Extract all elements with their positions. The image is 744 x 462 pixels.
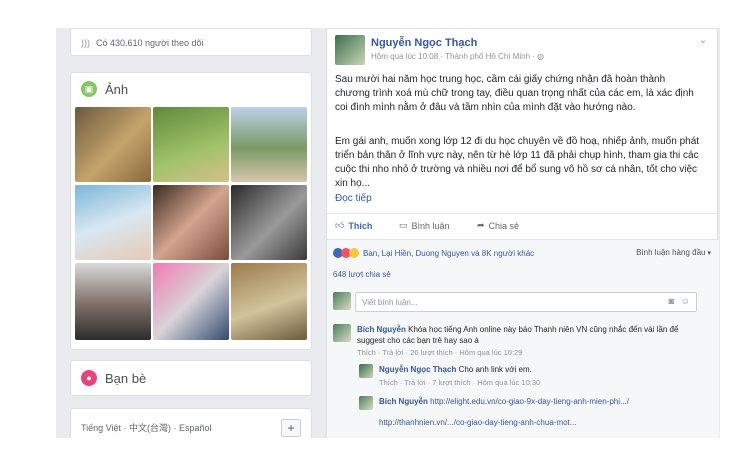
reply-avatar[interactable] xyxy=(359,396,373,410)
post-paragraph-1: Sau mười hai năm học trung học, cầm cái … xyxy=(335,74,694,113)
reply-link[interactable]: http://elight.edu.vn/co-giao-9x-day-tien… xyxy=(430,397,629,406)
share-icon: ➦ xyxy=(477,220,485,230)
post-meta: Hôm qua lúc 10:08 · Thành phố Hồ Chí Min… xyxy=(371,52,535,61)
followers-text: Có 430.610 người theo dõi xyxy=(96,38,204,48)
like-button[interactable]: 👍︎ Thích xyxy=(335,220,372,231)
photos-card: ▣ Ảnh xyxy=(70,72,312,350)
comment-author[interactable]: Bích Nguyễn xyxy=(357,325,406,334)
photo-8[interactable] xyxy=(153,263,229,340)
photo-5[interactable] xyxy=(153,185,229,260)
post-author[interactable]: Nguyễn Ngọc Thạch xyxy=(371,37,477,49)
friends-icon: ● xyxy=(81,370,97,386)
post-options-icon[interactable]: ⌄ xyxy=(699,35,707,46)
author-avatar[interactable] xyxy=(335,35,365,65)
comment-button[interactable]: ▭ Bình luận xyxy=(399,220,450,231)
commenter-avatar[interactable] xyxy=(333,324,351,342)
comment-sort-dropdown[interactable]: Bình luận hàng đầu ▾ xyxy=(636,248,711,257)
haha-reaction-icon xyxy=(349,248,359,258)
photo-3[interactable] xyxy=(231,107,307,182)
friends-header[interactable]: ● Bạn bè xyxy=(81,370,146,386)
sort-label: Bình luận hàng đầu xyxy=(636,248,706,257)
share-button[interactable]: ➦ Chia sẻ xyxy=(477,220,519,231)
languages-list[interactable]: Tiếng Việt · 中文(台灣) · Español xyxy=(81,421,212,434)
reply-avatar[interactable] xyxy=(359,364,373,378)
reply-text: Cho anh link với em. xyxy=(458,365,532,374)
photo-1[interactable] xyxy=(75,107,151,182)
emoji-icon[interactable]: ☺ xyxy=(681,296,690,306)
like-label: Thích xyxy=(348,220,373,231)
comment-icon: ▭ xyxy=(399,220,408,230)
reactions-summary[interactable]: Ban, Lại Hiền, Duong Nguyen và 8K người … xyxy=(363,249,534,258)
friends-card: ● Bạn bè xyxy=(70,360,312,396)
comment-placeholder: Viết bình luận... xyxy=(362,298,418,307)
reply-link-2[interactable]: http://thanhnien.vn/.../co-giao-day-tien… xyxy=(379,418,576,427)
comment-meta[interactable]: Thích · Trả lời · 26 lượt thích · Hôm qu… xyxy=(357,348,522,357)
rss-icon: ))) xyxy=(81,38,90,48)
post-paragraph-2: Em gái anh, muốn xong lớp 12 đi du học c… xyxy=(335,136,700,189)
friends-title: Bạn bè xyxy=(105,370,147,386)
post-card: Nguyễn Ngọc Thạch Hôm qua lúc 10:08 · Th… xyxy=(326,28,719,438)
share-label: Chia sẻ xyxy=(488,220,520,231)
reply-author[interactable]: Bích Nguyễn xyxy=(379,397,428,406)
camera-icon[interactable]: ◙ xyxy=(669,296,674,306)
share-count[interactable]: 648 lượt chia sẻ xyxy=(333,270,391,279)
feedback-area: Ban, Lại Hiền, Duong Nguyen và 8K người … xyxy=(327,239,719,438)
photos-title: Ảnh xyxy=(105,81,129,97)
photo-7[interactable] xyxy=(75,263,151,340)
caret-down-icon: ▾ xyxy=(707,249,711,257)
photo-4[interactable] xyxy=(75,185,151,260)
comment-text: Khóa học tiếng Anh online này báo Thanh … xyxy=(357,325,679,345)
globe-icon: ◍ xyxy=(536,52,544,61)
photo-6[interactable] xyxy=(231,185,307,260)
plus-icon: + xyxy=(287,421,295,435)
comment-input[interactable]: Viết bình luận... ◙ ☺ xyxy=(355,292,697,312)
post-actions: 👍︎ Thích ▭ Bình luận ➦ Chia sẻ xyxy=(327,213,719,238)
photo-icon: ▣ xyxy=(81,81,97,97)
read-more-link[interactable]: Đọc tiếp xyxy=(335,193,372,204)
photo-2[interactable] xyxy=(153,107,229,182)
reply-author[interactable]: Nguyễn Ngọc Thạch xyxy=(379,365,456,374)
reply-meta[interactable]: Thích · Trả lời · 7 lượt thích · Hôm qua… xyxy=(379,378,540,387)
thumbs-up-icon: 👍︎ xyxy=(335,220,345,230)
languages-card: Tiếng Việt · 中文(台灣) · Español + xyxy=(70,408,312,438)
facebook-timeline: ))) Có 430.610 người theo dõi ▣ Ảnh ● Bạ… xyxy=(56,28,720,438)
followers-card: ))) Có 430.610 người theo dõi xyxy=(70,28,312,56)
photo-9[interactable] xyxy=(231,263,307,340)
viewer-avatar xyxy=(333,292,351,310)
comment-label: Bình luận xyxy=(411,220,450,231)
add-language-button[interactable]: + xyxy=(281,419,301,437)
photos-header[interactable]: ▣ Ảnh xyxy=(81,81,128,97)
